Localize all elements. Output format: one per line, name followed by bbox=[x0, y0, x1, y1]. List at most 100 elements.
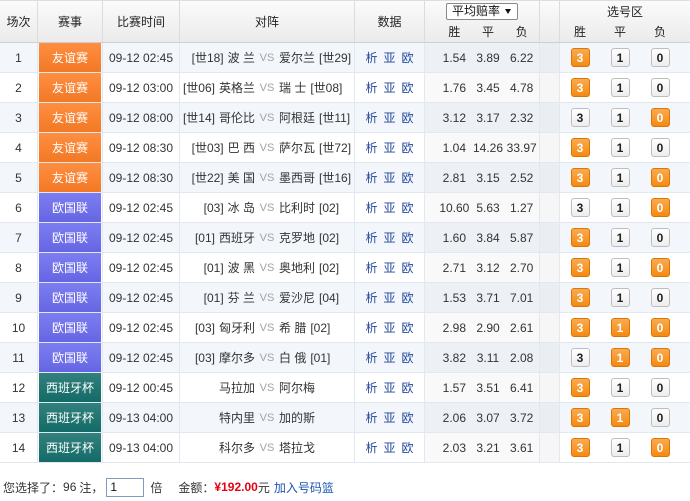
away-team-link[interactable]: 奥地利 bbox=[279, 259, 315, 276]
analysis-link[interactable]: 析 bbox=[365, 79, 377, 96]
asian-odds-link[interactable]: 亚 bbox=[383, 139, 395, 156]
pick-win-button[interactable]: 3 bbox=[570, 168, 590, 187]
pick-loss-button[interactable]: 0 bbox=[650, 168, 670, 187]
league-badge[interactable]: 欧国联 bbox=[39, 193, 101, 222]
add-to-basket-link[interactable]: 加入号码篮 bbox=[274, 479, 334, 496]
league-badge[interactable]: 友谊赛 bbox=[39, 133, 101, 162]
pick-loss-button[interactable]: 0 bbox=[650, 438, 670, 457]
pick-draw-button[interactable]: 1 bbox=[610, 228, 630, 247]
pick-draw-button[interactable]: 1 bbox=[610, 378, 630, 397]
pick-draw-button[interactable]: 1 bbox=[610, 408, 630, 427]
league-badge[interactable]: 西班牙杯 bbox=[39, 373, 101, 402]
multiplier-input[interactable] bbox=[106, 477, 145, 497]
analysis-link[interactable]: 析 bbox=[365, 379, 377, 396]
analysis-link[interactable]: 析 bbox=[365, 199, 377, 216]
euro-odds-link[interactable]: 欧 bbox=[402, 79, 414, 96]
league-badge[interactable]: 友谊赛 bbox=[39, 73, 101, 102]
analysis-link[interactable]: 析 bbox=[365, 319, 377, 336]
away-team-link[interactable]: 阿尔梅 bbox=[279, 379, 315, 396]
home-team-link[interactable]: 特内里 bbox=[219, 409, 255, 426]
pick-win-button[interactable]: 3 bbox=[570, 258, 590, 277]
home-team-link[interactable]: 哥伦比 bbox=[219, 109, 255, 126]
analysis-link[interactable]: 析 bbox=[365, 289, 377, 306]
asian-odds-link[interactable]: 亚 bbox=[383, 409, 395, 426]
home-team-link[interactable]: 美 国 bbox=[228, 169, 255, 186]
pick-win-button[interactable]: 3 bbox=[570, 378, 590, 397]
pick-loss-button[interactable]: 0 bbox=[650, 258, 670, 277]
pick-draw-button[interactable]: 1 bbox=[610, 198, 630, 217]
pick-win-button[interactable]: 3 bbox=[570, 438, 590, 457]
asian-odds-link[interactable]: 亚 bbox=[383, 199, 395, 216]
away-team-link[interactable]: 加的斯 bbox=[279, 409, 315, 426]
pick-win-button[interactable]: 3 bbox=[570, 48, 590, 67]
pick-loss-button[interactable]: 0 bbox=[650, 108, 670, 127]
away-team-link[interactable]: 比利时 bbox=[279, 199, 315, 216]
euro-odds-link[interactable]: 欧 bbox=[402, 349, 414, 366]
analysis-link[interactable]: 析 bbox=[365, 439, 377, 456]
league-badge[interactable]: 西班牙杯 bbox=[39, 433, 101, 462]
euro-odds-link[interactable]: 欧 bbox=[402, 289, 414, 306]
pick-loss-button[interactable]: 0 bbox=[650, 138, 670, 157]
asian-odds-link[interactable]: 亚 bbox=[383, 289, 395, 306]
league-badge[interactable]: 西班牙杯 bbox=[39, 403, 101, 432]
league-badge[interactable]: 友谊赛 bbox=[39, 43, 101, 72]
pick-loss-button[interactable]: 0 bbox=[650, 198, 670, 217]
analysis-link[interactable]: 析 bbox=[365, 409, 377, 426]
euro-odds-link[interactable]: 欧 bbox=[402, 139, 414, 156]
pick-draw-button[interactable]: 1 bbox=[610, 258, 630, 277]
euro-odds-link[interactable]: 欧 bbox=[402, 439, 414, 456]
home-team-link[interactable]: 芬 兰 bbox=[228, 289, 255, 306]
pick-win-button[interactable]: 3 bbox=[570, 318, 590, 337]
asian-odds-link[interactable]: 亚 bbox=[383, 319, 395, 336]
asian-odds-link[interactable]: 亚 bbox=[383, 229, 395, 246]
pick-loss-button[interactable]: 0 bbox=[650, 228, 670, 247]
asian-odds-link[interactable]: 亚 bbox=[383, 109, 395, 126]
euro-odds-link[interactable]: 欧 bbox=[402, 409, 414, 426]
euro-odds-link[interactable]: 欧 bbox=[402, 379, 414, 396]
pick-loss-button[interactable]: 0 bbox=[650, 48, 670, 67]
pick-loss-button[interactable]: 0 bbox=[650, 348, 670, 367]
home-team-link[interactable]: 西班牙 bbox=[219, 229, 255, 246]
analysis-link[interactable]: 析 bbox=[365, 259, 377, 276]
analysis-link[interactable]: 析 bbox=[365, 139, 377, 156]
pick-draw-button[interactable]: 1 bbox=[610, 138, 630, 157]
asian-odds-link[interactable]: 亚 bbox=[383, 79, 395, 96]
analysis-link[interactable]: 析 bbox=[365, 109, 377, 126]
analysis-link[interactable]: 析 bbox=[365, 49, 377, 66]
euro-odds-link[interactable]: 欧 bbox=[402, 229, 414, 246]
away-team-link[interactable]: 爱沙尼 bbox=[279, 289, 315, 306]
pick-draw-button[interactable]: 1 bbox=[610, 108, 630, 127]
analysis-link[interactable]: 析 bbox=[365, 349, 377, 366]
pick-draw-button[interactable]: 1 bbox=[610, 318, 630, 337]
euro-odds-link[interactable]: 欧 bbox=[402, 49, 414, 66]
away-team-link[interactable]: 希 腊 bbox=[279, 319, 306, 336]
odds-type-dropdown[interactable]: 平均赔率 bbox=[446, 2, 518, 20]
asian-odds-link[interactable]: 亚 bbox=[383, 169, 395, 186]
pick-win-button[interactable]: 3 bbox=[570, 348, 590, 367]
league-badge[interactable]: 欧国联 bbox=[39, 313, 101, 342]
asian-odds-link[interactable]: 亚 bbox=[383, 259, 395, 276]
away-team-link[interactable]: 克罗地 bbox=[279, 229, 315, 246]
pick-win-button[interactable]: 3 bbox=[570, 78, 590, 97]
pick-win-button[interactable]: 3 bbox=[570, 108, 590, 127]
home-team-link[interactable]: 匈牙利 bbox=[219, 319, 255, 336]
analysis-link[interactable]: 析 bbox=[365, 169, 377, 186]
home-team-link[interactable]: 马拉加 bbox=[219, 379, 255, 396]
away-team-link[interactable]: 瑞 士 bbox=[279, 79, 306, 96]
asian-odds-link[interactable]: 亚 bbox=[383, 379, 395, 396]
euro-odds-link[interactable]: 欧 bbox=[402, 319, 414, 336]
pick-loss-button[interactable]: 0 bbox=[650, 318, 670, 337]
euro-odds-link[interactable]: 欧 bbox=[402, 259, 414, 276]
home-team-link[interactable]: 摩尔多 bbox=[219, 349, 255, 366]
pick-loss-button[interactable]: 0 bbox=[650, 288, 670, 307]
pick-draw-button[interactable]: 1 bbox=[610, 78, 630, 97]
league-badge[interactable]: 欧国联 bbox=[39, 253, 101, 282]
home-team-link[interactable]: 波 兰 bbox=[228, 49, 255, 66]
away-team-link[interactable]: 阿根廷 bbox=[279, 109, 315, 126]
home-team-link[interactable]: 科尔多 bbox=[219, 439, 255, 456]
away-team-link[interactable]: 白 俄 bbox=[279, 349, 306, 366]
away-team-link[interactable]: 墨西哥 bbox=[279, 169, 315, 186]
asian-odds-link[interactable]: 亚 bbox=[383, 349, 395, 366]
pick-draw-button[interactable]: 1 bbox=[610, 48, 630, 67]
away-team-link[interactable]: 塔拉戈 bbox=[279, 439, 315, 456]
